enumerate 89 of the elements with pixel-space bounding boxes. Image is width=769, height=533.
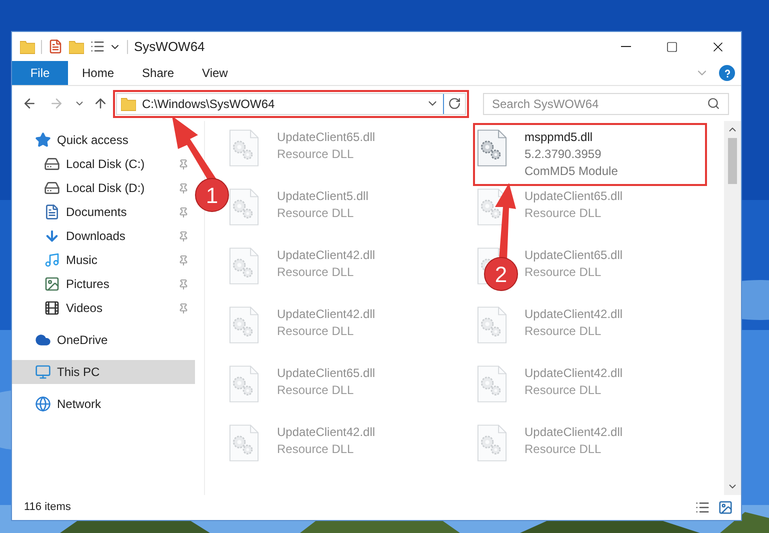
nav-label: Network [57,396,102,413]
nav-label: Videos [66,300,104,317]
folder-icon [121,96,136,110]
properties-icon[interactable] [48,39,63,54]
file-gear-icon [229,247,259,285]
large-icons-view-icon[interactable] [718,500,733,515]
file-gear-icon [476,306,506,344]
nav-item[interactable]: Documents [12,200,195,224]
up-icon[interactable] [93,96,108,111]
search-placeholder: Search SysWOW64 [492,96,600,112]
scrollbar[interactable] [724,121,741,495]
pin-icon[interactable] [178,254,189,266]
nav-item[interactable]: Local Disk (D:) [12,176,195,200]
file-detail: 5.2.3790.3959 [524,146,602,163]
nav-label: Music [66,252,98,269]
nav-label: Local Disk (C:) [66,156,146,173]
nav-label: Downloads [66,228,126,245]
nav-label: Local Disk (D:) [66,180,146,197]
file-detail: Resource DLL [524,382,602,399]
back-icon[interactable] [22,96,37,111]
file-gear-icon [476,129,506,167]
file-detail: Resource DLL [524,323,602,340]
help-icon[interactable] [719,65,735,81]
file-detail: Resource DLL [277,441,355,458]
nav-item[interactable]: Pictures [12,272,195,296]
pin-icon[interactable] [178,302,189,314]
file-gear-icon [476,424,506,462]
nav-item[interactable]: Videos [12,296,195,320]
nav-label: OneDrive [57,332,109,349]
nav-label: This PC [57,364,101,381]
scroll-thumb[interactable] [728,138,737,184]
window-title: SysWOW64 [134,38,205,56]
refresh-icon[interactable] [448,97,461,110]
pin-icon[interactable] [178,158,189,170]
search-icon[interactable] [707,97,720,110]
drive-icon [44,180,60,196]
nav-label: Pictures [66,276,110,293]
pin-icon[interactable] [178,206,189,218]
file-gear-icon [229,424,259,462]
file-detail: Resource DLL [277,323,355,340]
pin-icon[interactable] [178,278,189,290]
file-gear-icon [229,129,259,167]
network-icon [35,396,51,412]
ribbon-tab[interactable]: View [188,61,242,85]
drive-icon [44,156,60,172]
star-icon [35,132,51,148]
file-gear-icon [229,306,259,344]
minimize-icon [621,46,631,47]
file-gear-icon [229,365,259,403]
file-detail: Resource DLL [277,382,355,399]
cloud-icon [35,332,51,348]
address-path: C:\Windows\SysWOW64 [142,96,275,112]
file-name[interactable]: msppmd5.dll [524,129,618,146]
folder-icon [20,40,35,54]
nav-label: Quick access [57,132,130,149]
nav-item[interactable]: Local Disk (C:) [12,152,195,176]
nav-item[interactable]: Downloads [12,224,195,248]
file-detail: Resource DLL [524,264,602,281]
file-gear-icon [229,188,259,226]
nav-item[interactable]: This PC [12,360,195,384]
file-detail: Resource DLL [277,146,355,163]
nav-item[interactable]: OneDrive [12,328,195,352]
download-icon [44,228,60,244]
file-detail: Resource DLL [277,205,355,222]
file-detail: Resource DLL [524,205,602,222]
nav-label: Documents [66,204,128,221]
file-detail: Resource DLL [277,264,355,281]
monitor-icon [35,364,51,380]
view-options-icon[interactable] [90,39,105,54]
file-detail: ComMD5 Module [524,163,618,180]
maximize-icon [666,40,678,52]
file-detail: Resource DLL [524,441,602,458]
search-field[interactable]: Search SysWOW64 [483,92,729,114]
music-icon [44,252,60,268]
document-icon [44,204,60,220]
film-icon [44,300,60,316]
nav-item[interactable]: Quick access [12,128,195,152]
ribbon-tab[interactable]: File [12,61,68,85]
item-count: 116 items [24,500,71,516]
nav-item[interactable]: Network [12,392,195,416]
nav-item[interactable]: Music [12,248,195,272]
ribbon-tab[interactable]: Home [68,61,128,85]
details-view-icon[interactable] [695,500,710,515]
file-gear-icon [476,365,506,403]
picture-icon [44,276,60,292]
pin-icon[interactable] [178,230,189,242]
new-folder-icon [69,40,84,54]
ribbon-tab[interactable]: Share [128,61,188,85]
pin-icon[interactable] [178,182,189,194]
